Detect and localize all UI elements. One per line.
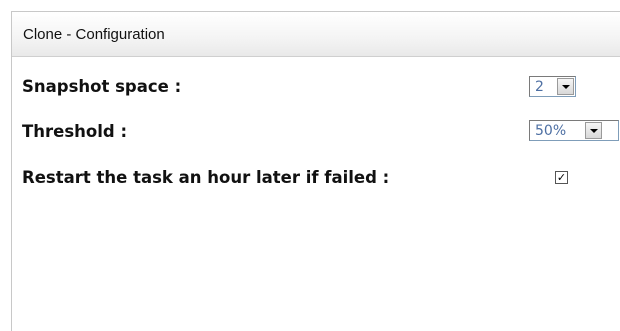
checkmark-icon: ✓ xyxy=(556,171,567,184)
threshold-label: Threshold : xyxy=(22,121,128,141)
chevron-down-icon xyxy=(589,128,598,133)
clone-configuration-panel: Clone - Configuration Snapshot space : 2… xyxy=(11,11,620,331)
panel-header: Clone - Configuration xyxy=(12,12,620,57)
threshold-select[interactable]: 50% xyxy=(529,120,619,141)
restart-task-row: Restart the task an hour later if failed… xyxy=(22,164,389,190)
panel-title: Clone - Configuration xyxy=(23,25,165,43)
threshold-value: 50% xyxy=(535,122,567,139)
restart-task-checkbox[interactable]: ✓ xyxy=(555,171,568,184)
snapshot-space-row: Snapshot space : xyxy=(22,73,181,99)
restart-task-label: Restart the task an hour later if failed… xyxy=(22,167,390,187)
snapshot-space-dropdown-button[interactable] xyxy=(557,78,574,95)
snapshot-space-label: Snapshot space : xyxy=(22,76,182,96)
threshold-dropdown-button[interactable] xyxy=(585,122,602,139)
threshold-row: Threshold : xyxy=(22,118,127,144)
chevron-down-icon xyxy=(561,84,570,89)
snapshot-space-select[interactable]: 2 xyxy=(529,76,576,97)
snapshot-space-value: 2 xyxy=(535,78,544,95)
